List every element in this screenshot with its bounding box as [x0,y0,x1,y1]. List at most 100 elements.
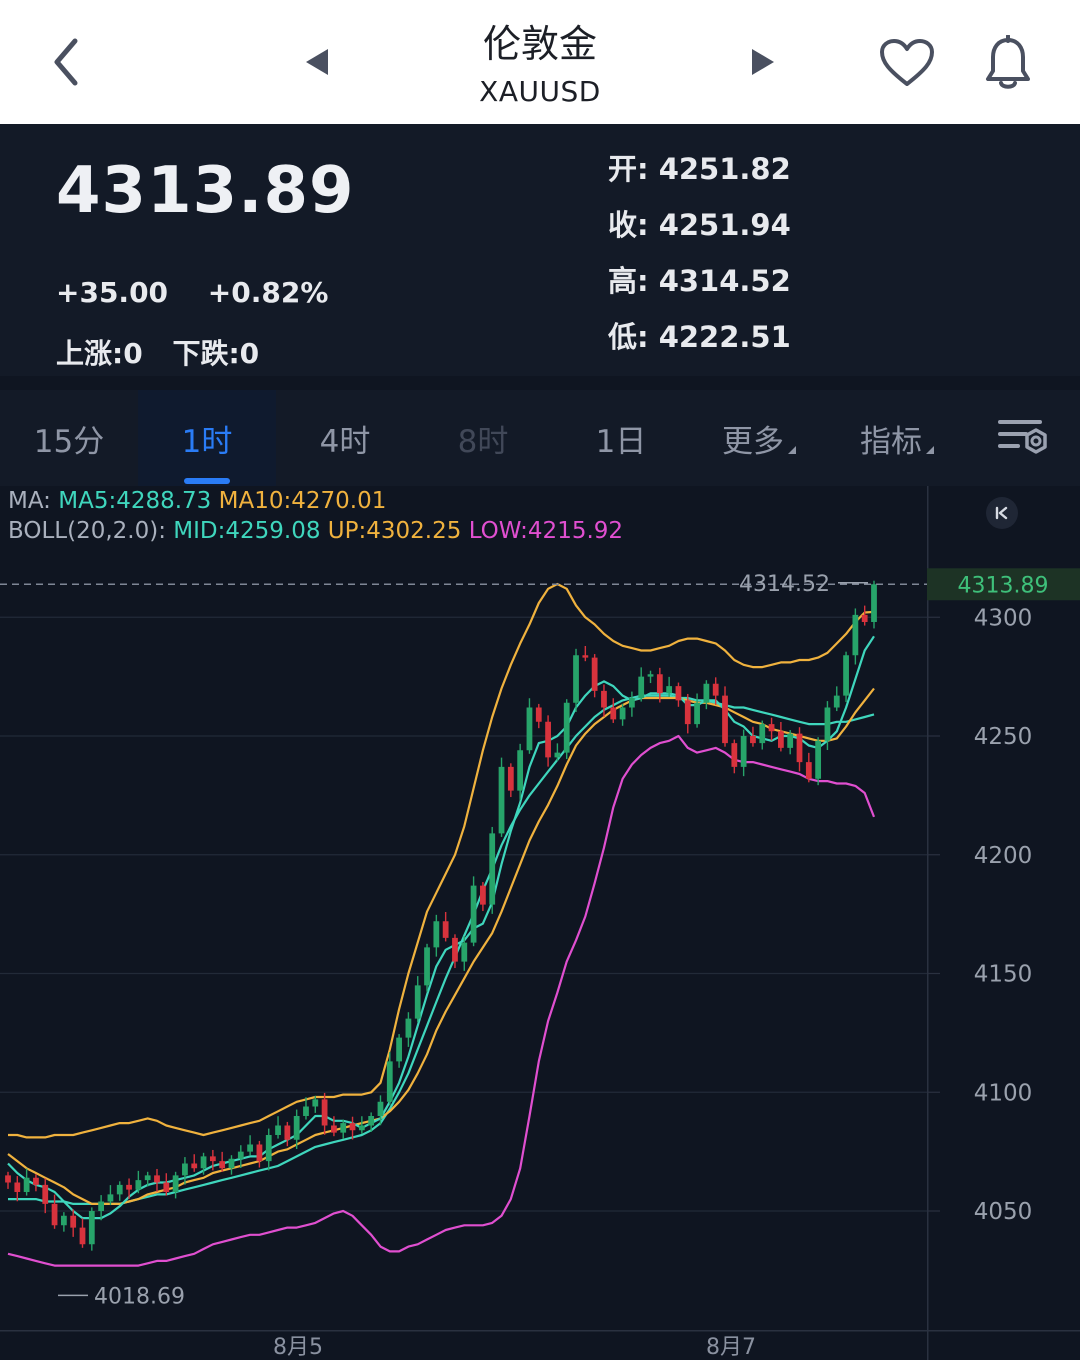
candle-body [293,1116,300,1140]
dropdown-caret-icon [926,446,934,454]
candle-body [824,707,831,741]
candle-body [321,1099,328,1126]
candle-body [191,1163,198,1169]
chart-settings-button[interactable] [996,416,1052,460]
candle-body [42,1184,49,1204]
candle-body [740,736,747,767]
candle-body [722,695,728,744]
candle-body [731,743,738,767]
candle-body [647,674,654,677]
candle-body [805,762,812,779]
candle-body [154,1175,160,1183]
candle-body [861,614,868,622]
back-button[interactable] [36,30,96,94]
tab-more[interactable]: 更多 [690,390,828,486]
tab-15min[interactable]: 15分 [0,390,138,486]
bell-icon [986,35,1030,89]
tab-4hour[interactable]: 4时 [276,390,414,486]
candle-body [768,724,775,732]
ma5-line [7,635,875,1220]
candle-body [424,947,430,986]
instrument-name: 伦敦金 [482,22,597,66]
candle-body [610,707,617,720]
candle-body [582,655,589,658]
boll-low-value: LOW:4215.92 [468,518,624,544]
candle-body [815,740,822,779]
next-symbol-button[interactable] [736,36,790,88]
candle-body [601,690,607,708]
fall-count: 下跌:0 [172,337,260,370]
low-price: 低: 4222.51 [608,320,791,354]
kline-chart-canvas[interactable]: 4300 4250 4200 4150 4100 4050 4313.89 4314.52… [0,486,1080,1360]
boll-legend: BOLL(20,2.0): MID:4259.08 UP:4302.25 LOW… [8,518,623,544]
candle-body [638,676,645,698]
candle-body [703,683,710,703]
candle-body [498,766,505,834]
candle-body [182,1163,188,1176]
x-axis-label: 8月5 [273,1335,323,1360]
timeframe-tabs: 15分 1时 4时 8时 1日 更多 指标 [0,390,1080,486]
candle-body [684,700,691,725]
candle-body [284,1125,291,1140]
last-price: 4313.89 [56,154,355,228]
favorite-button[interactable] [872,30,942,96]
boll-up-value: UP:4302.25 [327,518,462,544]
candle-body [833,695,840,708]
price-change-percent: +0.82% [207,276,329,309]
tab-indicators[interactable]: 指标 [828,390,966,486]
candle-body [247,1144,253,1152]
candle-body [796,733,803,763]
rise-count: 上涨:0 [56,337,143,370]
current-price-label: 4313.89 [958,573,1049,598]
open-price: 开: 4251.82 [608,152,791,186]
candle-body [368,1116,375,1126]
candle-body [619,707,626,720]
previous-symbol-button[interactable] [290,36,344,88]
candle-body [535,707,542,722]
candle-body [303,1106,309,1116]
candle-body [144,1175,151,1181]
advance-decline-row: 上涨:0 下跌:0 [56,332,279,372]
candle-body [442,921,449,938]
candle-body [79,1227,86,1245]
candle-body [60,1215,67,1226]
candle-body [871,584,877,622]
y-axis-label: 4050 [974,1199,1033,1225]
y-axis-label: 4200 [974,843,1033,869]
y-axis-label: 4250 [974,724,1033,750]
candle-body [377,1101,384,1116]
candle-body [461,942,468,962]
candle-body [656,674,663,694]
candle-body [750,736,756,744]
candle-body [507,766,514,791]
ma-legend: MA: MA5:4288.73 MA10:4270.01 [8,488,386,514]
candle-body [470,885,477,943]
candle-body [331,1125,337,1133]
candle-body [591,657,598,691]
tab-1hour[interactable]: 1时 [138,390,276,486]
alert-button[interactable] [976,28,1040,98]
candle-body [545,721,551,758]
candle-body [787,733,794,748]
tab-8hour[interactable]: 8时 [414,390,552,486]
candle-body [265,1135,272,1162]
collapse-to-latest-button[interactable] [986,497,1018,529]
candle-body [694,702,700,725]
list-settings-icon [998,420,1047,454]
instrument-title: 伦敦金 XAUUSD [400,14,680,110]
ohlc-list: 开: 4251.82 收: 4251.94 高: 4314.52 低: 4222… [608,148,791,372]
heart-icon [880,39,934,86]
candle-body [777,731,784,748]
tab-1day[interactable]: 1日 [552,390,690,486]
candle-body [237,1151,244,1159]
min-price-marker: 4018.69 [94,1284,185,1309]
candle-body [358,1125,365,1131]
candle-body [433,921,440,948]
candle-body [712,683,719,696]
candle-body [163,1182,170,1192]
candle-body [209,1156,216,1162]
candle-body [629,698,635,708]
kline-chart[interactable]: 4300 4250 4200 4150 4100 4050 4313.89 4314.52… [0,486,1080,1360]
candle-body [70,1215,77,1228]
candle-body [414,985,421,1019]
